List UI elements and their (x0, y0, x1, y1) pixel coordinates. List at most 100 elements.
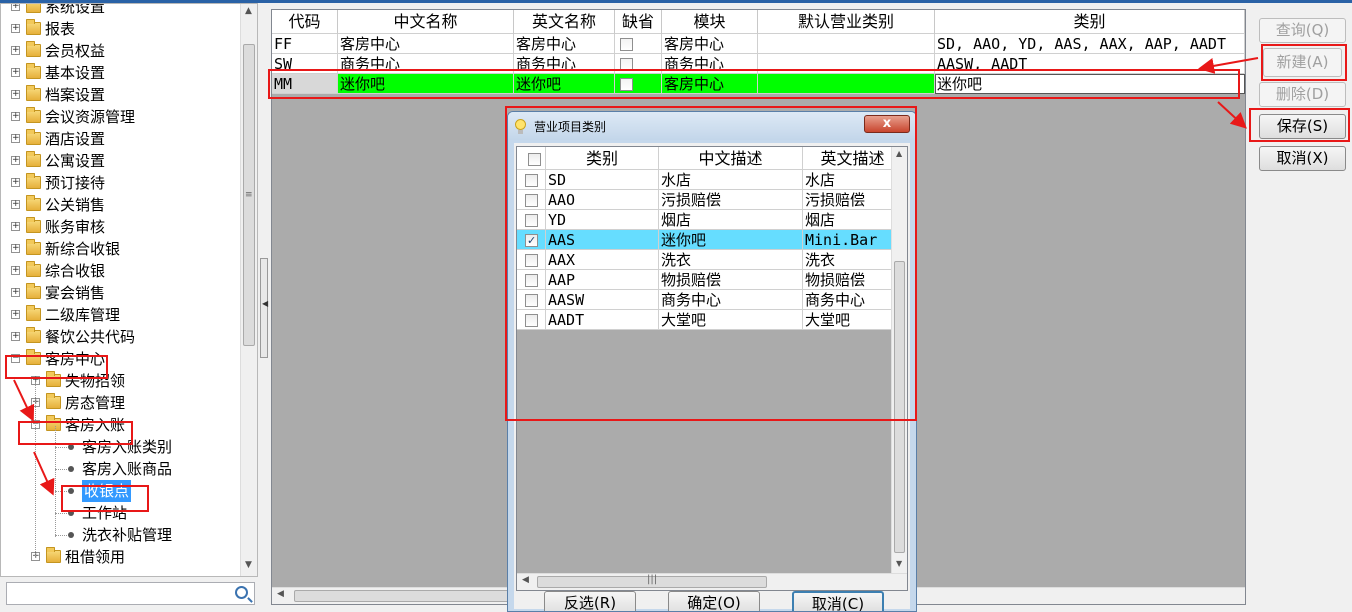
expander-icon[interactable]: + (11, 332, 20, 341)
expander-icon[interactable]: + (11, 200, 20, 209)
grid-cell-en[interactable]: 商务中心 (514, 54, 615, 74)
tree-item[interactable]: 客房入账商品 (1, 458, 237, 480)
grid-cell-en[interactable]: 客房中心 (514, 34, 615, 54)
scroll-left-icon[interactable]: ◀ (277, 589, 284, 599)
select-all-cell[interactable] (517, 147, 546, 170)
category-cn-cell[interactable]: 水店 (659, 170, 803, 190)
expander-icon[interactable]: + (11, 112, 20, 121)
expander-icon[interactable]: + (11, 178, 20, 187)
column-header[interactable]: 英文名称 (514, 10, 615, 34)
select-cell[interactable] (517, 290, 546, 310)
table-row[interactable]: MM 迷你吧 迷你吧 客房中心 迷你吧 (272, 74, 1245, 94)
dialog-cancel-button[interactable]: 取消(C) (792, 591, 884, 611)
expander-icon[interactable]: + (11, 288, 20, 297)
tree-item[interactable]: + 会员权益 (1, 40, 237, 62)
category-grid[interactable]: 类别 中文描述 英文描述 SD水店水店AAO污损赔偿污损赔偿YD烟店烟店AAS迷… (516, 146, 908, 591)
category-en-cell[interactable]: 污损赔偿 (803, 190, 903, 210)
scroll-down-icon[interactable]: ▼ (245, 560, 252, 570)
tree-item[interactable]: − 客房入账 (1, 414, 237, 436)
row-checkbox[interactable] (525, 314, 538, 327)
default-checkbox[interactable] (620, 58, 633, 71)
select-cell[interactable] (517, 250, 546, 270)
select-cell[interactable] (517, 210, 546, 230)
expander-icon[interactable]: + (11, 46, 20, 55)
select-cell[interactable] (517, 310, 546, 330)
tree-item[interactable]: + 公关销售 (1, 194, 237, 216)
category-cn-cell[interactable]: 商务中心 (659, 290, 803, 310)
grid-cell-cats[interactable]: SD, AAO, YD, AAS, AAX, AAP, AADT (935, 34, 1245, 54)
list-item[interactable]: YD 烟店 烟店 (517, 210, 907, 230)
new-button[interactable]: 新建(A) (1263, 48, 1342, 77)
expander-icon[interactable]: + (11, 310, 20, 319)
column-header[interactable]: 默认营业类别 (758, 10, 935, 34)
expander-icon[interactable]: + (11, 134, 20, 143)
category-en-cell[interactable]: 大堂吧 (803, 310, 903, 330)
category-en-cell[interactable]: 物损赔偿 (803, 270, 903, 290)
category-cn-cell[interactable]: 污损赔偿 (659, 190, 803, 210)
table-row[interactable]: SW 商务中心 商务中心 商务中心 AASW, AADT (272, 54, 1245, 74)
grid-cell-module[interactable]: 客房中心 (662, 34, 758, 54)
list-item[interactable]: SD 水店 水店 (517, 170, 907, 190)
select-cell[interactable] (517, 270, 546, 290)
expander-icon[interactable]: + (11, 222, 20, 231)
list-item[interactable]: AAO 污损赔偿 污损赔偿 (517, 190, 907, 210)
grid-cell-cn[interactable]: 商务中心 (338, 54, 514, 74)
invert-selection-button[interactable]: 反选(R) (544, 591, 636, 611)
scroll-up-icon[interactable]: ▲ (896, 149, 902, 158)
column-header[interactable]: 缺省 (615, 10, 662, 34)
select-cell[interactable] (517, 170, 546, 190)
grid-cell-cn[interactable]: 迷你吧 (338, 74, 514, 94)
category-code-cell[interactable]: AAO (546, 190, 659, 210)
column-header[interactable]: 中文描述 (659, 147, 803, 170)
grid-cell-default-cat[interactable] (758, 34, 935, 54)
scroll-up-icon[interactable]: ▲ (245, 6, 252, 16)
grid-cell-cats[interactable]: AASW, AADT (935, 54, 1245, 74)
column-header[interactable]: 模块 (662, 10, 758, 34)
grid-cell-module[interactable]: 客房中心 (662, 74, 758, 94)
select-cell[interactable] (517, 190, 546, 210)
category-en-cell[interactable]: 烟店 (803, 210, 903, 230)
tree-item[interactable]: − 客房中心 (1, 348, 237, 370)
column-header[interactable]: 英文描述 (803, 147, 903, 170)
select-cell[interactable] (517, 230, 546, 250)
tree-item[interactable]: + 综合收银 (1, 260, 237, 282)
expander-icon[interactable]: + (11, 68, 20, 77)
default-cell[interactable] (615, 34, 662, 54)
default-cell[interactable] (615, 54, 662, 74)
expander-icon[interactable]: + (11, 4, 20, 11)
scroll-thumb[interactable] (894, 261, 905, 553)
tree-vertical-scrollbar[interactable]: ▲ ≡ ▼ (240, 4, 257, 576)
tree-item[interactable]: + 系统设置 (1, 4, 237, 18)
tree-item[interactable]: + 会议资源管理 (1, 106, 237, 128)
category-cn-cell[interactable]: 迷你吧 (659, 230, 803, 250)
grid-cell-code[interactable]: MM (272, 74, 338, 94)
category-code-cell[interactable]: AADT (546, 310, 659, 330)
tree-item[interactable]: + 二级库管理 (1, 304, 237, 326)
category-en-cell[interactable]: 水店 (803, 170, 903, 190)
category-en-cell[interactable]: 洗衣 (803, 250, 903, 270)
category-en-cell[interactable]: Mini.Bar (803, 230, 903, 250)
tree-item[interactable]: 洗衣补贴管理 (1, 524, 237, 546)
row-checkbox[interactable] (525, 231, 538, 249)
tree-search-input[interactable] (6, 582, 255, 605)
category-cn-cell[interactable]: 物损赔偿 (659, 270, 803, 290)
grid-cell-module[interactable]: 商务中心 (662, 54, 758, 74)
category-en-cell[interactable]: 商务中心 (803, 290, 903, 310)
list-item[interactable]: AADT 大堂吧 大堂吧 (517, 310, 907, 330)
category-cn-cell[interactable]: 大堂吧 (659, 310, 803, 330)
column-header[interactable]: 类别 (935, 10, 1245, 34)
grid-cell-en[interactable]: 迷你吧 (514, 74, 615, 94)
navigation-tree[interactable]: + 系统设置 + 报表 + 会员权益 + 基本设置 + 档案设置 + 会议资源管理 + 酒店设置 + 公寓设置… (0, 3, 258, 577)
expander-icon[interactable]: + (11, 266, 20, 275)
tree-item[interactable]: + 房态管理 (1, 392, 237, 414)
column-header[interactable]: 代码 (272, 10, 338, 34)
table-row[interactable]: FF 客房中心 客房中心 客房中心 SD, AAO, YD, AAS, AAX, AAP… (272, 34, 1245, 54)
category-horizontal-scrollbar[interactable]: ◀ ||| (517, 573, 907, 590)
cancel-button[interactable]: 取消(X) (1259, 146, 1346, 171)
grid-cell-cn[interactable]: 客房中心 (338, 34, 514, 54)
scroll-left-icon[interactable]: ◀ (522, 575, 529, 585)
row-checkbox[interactable] (525, 214, 538, 227)
default-cell[interactable] (615, 74, 662, 94)
business-category-dialog[interactable]: 营业项目类别 x 类别 中文描述 英文描述 SD 水店 水店 AAO 污损赔偿 污损赔偿 Y… (507, 111, 917, 612)
list-item[interactable]: AAX 洗衣 洗衣 (517, 250, 907, 270)
